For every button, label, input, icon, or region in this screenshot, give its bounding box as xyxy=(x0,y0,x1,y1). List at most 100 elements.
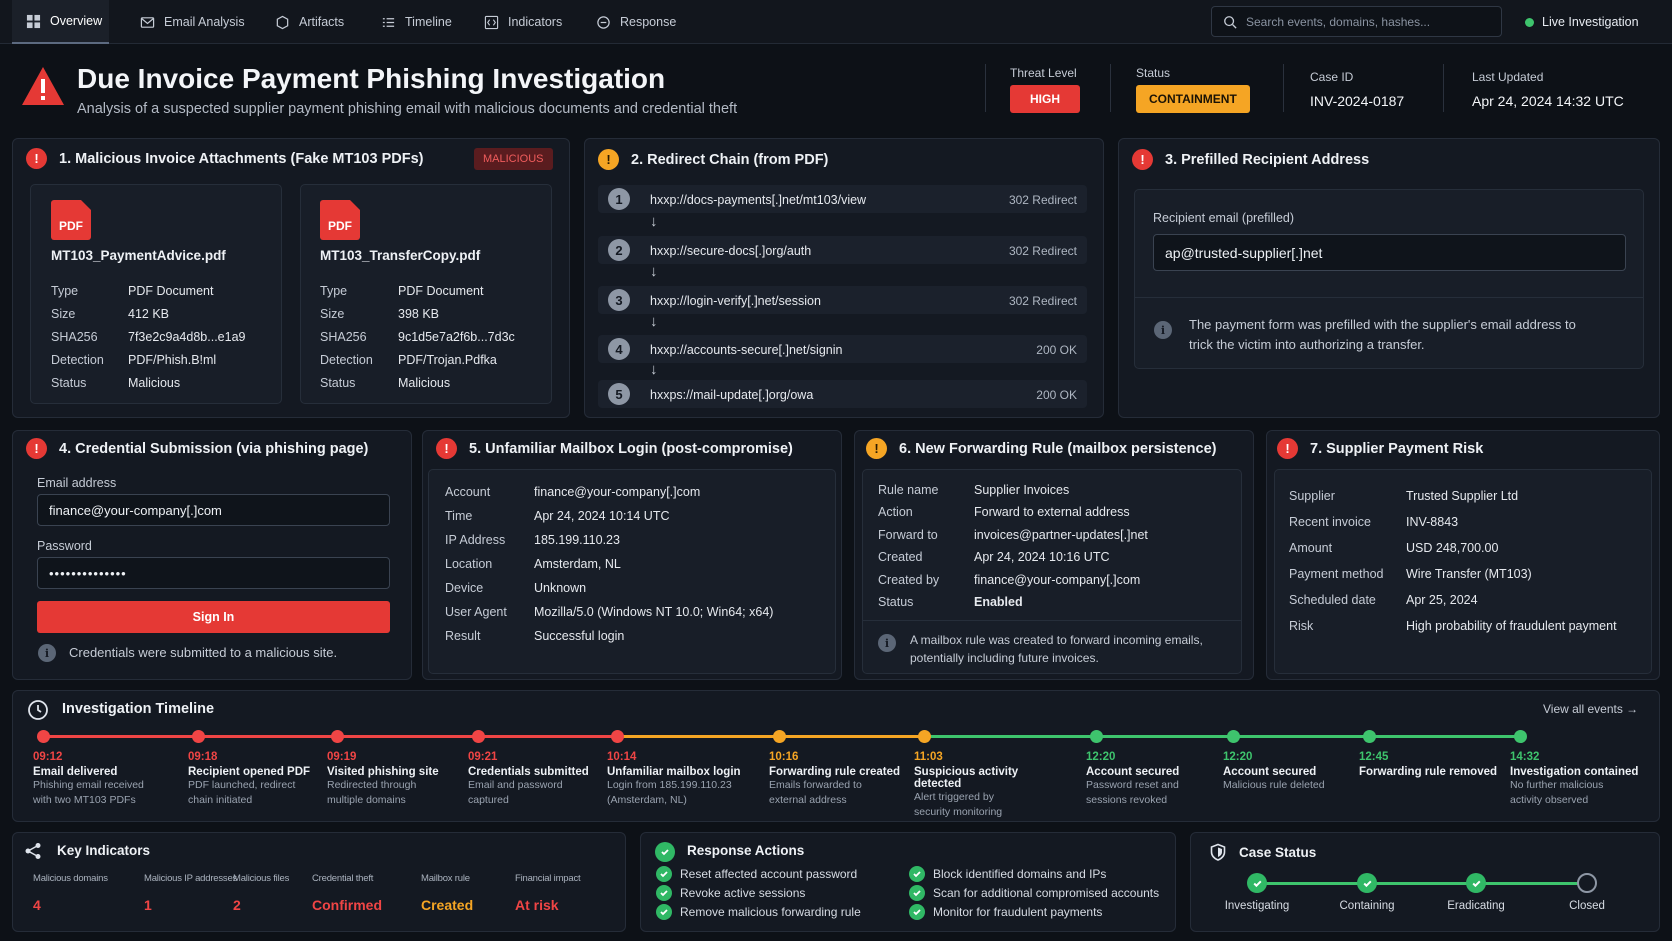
timeline-dot[interactable] xyxy=(611,730,624,743)
password-label: Password xyxy=(37,539,92,553)
tab-label: Artifacts xyxy=(299,15,345,29)
redirect-step[interactable]: 2 hxxp://secure-docs[.]org/auth 302 Redire… xyxy=(598,236,1087,264)
event-description: Alert triggered by xyxy=(914,791,994,803)
http-status: 302 Redirect xyxy=(1008,193,1077,207)
indicator-label: Malicious domains xyxy=(33,873,108,884)
redirect-step[interactable]: 4 hxxp://accounts-secure[.]net/signin 200 … xyxy=(598,335,1087,363)
email-field[interactable]: finance@your-company[.]com xyxy=(37,494,390,526)
timeline-dot[interactable] xyxy=(1227,730,1240,743)
password-field[interactable]: •••••••••••••• xyxy=(37,557,390,589)
indicator-value: Created xyxy=(421,897,474,913)
view-all-label: View all events xyxy=(1543,702,1623,716)
file-size: 398 KB xyxy=(398,307,440,321)
tab-label: Timeline xyxy=(405,15,452,29)
timeline-dot[interactable] xyxy=(1363,730,1376,743)
file-detection: PDF/Trojan.Pdfka xyxy=(398,353,497,367)
timeline-dot[interactable] xyxy=(918,730,931,743)
check-circle-icon xyxy=(909,866,925,882)
tab-timeline[interactable]: Timeline xyxy=(381,0,452,44)
step-number: 1 xyxy=(608,188,630,210)
event-time: 10:16 xyxy=(769,751,799,763)
field-label: Scheduled date xyxy=(1289,593,1376,607)
field-label: Account xyxy=(445,485,491,499)
action-value: Forward to external address xyxy=(974,505,1130,519)
share-nodes-icon xyxy=(25,843,41,859)
event-description: chain initiated xyxy=(188,794,253,806)
status-badge: CONTAINMENT xyxy=(1136,85,1250,113)
scheduled-date-value: Apr 25, 2024 xyxy=(1406,593,1478,607)
live-indicator: Live Investigation xyxy=(1525,0,1639,44)
threat-level: Threat Level HIGH xyxy=(1010,66,1080,113)
event-description: Malicious rule deleted xyxy=(1223,779,1325,791)
file-detection: PDF/Phish.B!ml xyxy=(128,353,217,367)
timeline-dot[interactable] xyxy=(192,730,205,743)
timeline-dot[interactable] xyxy=(773,730,786,743)
tab-response[interactable]: Response xyxy=(596,0,676,44)
recipient-title: ! 3. Prefilled Recipient Address xyxy=(1132,149,1369,170)
indicator-item: Financial impact At risk xyxy=(515,873,581,913)
info-icon: i xyxy=(878,634,896,652)
pdf-file-icon: PDF xyxy=(51,200,91,240)
http-status: 200 OK xyxy=(1036,343,1077,357)
redirect-step[interactable]: 1 hxxp://docs-payments[.]net/mt103/view 30… xyxy=(598,185,1087,213)
event-title: Credentials submitted xyxy=(468,766,589,778)
event-title: Investigation contained xyxy=(1510,766,1639,778)
recipient-label: Recipient email (prefilled) xyxy=(1153,211,1295,225)
field-label: IP Address xyxy=(445,533,506,547)
divider xyxy=(1283,64,1284,112)
tab-overview[interactable]: Overview xyxy=(12,0,109,44)
timeline-dot[interactable] xyxy=(1090,730,1103,743)
event-time: 09:18 xyxy=(188,751,218,763)
timeline-dot[interactable] xyxy=(331,730,344,743)
file-status: Malicious xyxy=(128,376,181,390)
live-status-dot xyxy=(1525,17,1534,27)
redirect-step[interactable]: 3 hxxp://login-verify[.]net/session 302 Re… xyxy=(598,286,1087,314)
recipient-email-field[interactable]: ap@trusted-supplier[.]net xyxy=(1153,234,1626,271)
tab-indicators[interactable]: Indicators xyxy=(484,0,562,44)
search-box xyxy=(1211,6,1502,37)
panel-title-text: 3. Prefilled Recipient Address xyxy=(1165,151,1370,168)
tab-email-analysis[interactable]: Email Analysis xyxy=(140,0,245,44)
arrow-down-icon: ↓ xyxy=(650,361,658,378)
field-label: Type xyxy=(320,284,348,298)
search-input[interactable] xyxy=(1246,14,1486,29)
ip-value: 185.199.110.23 xyxy=(534,533,620,547)
alert-icon: ! xyxy=(436,438,457,459)
forward-to-value: invoices@partner-updates[.]net xyxy=(974,528,1148,542)
http-status: 302 Redirect xyxy=(1008,244,1077,258)
timeline-dot[interactable] xyxy=(472,730,485,743)
redirect-title: ! 2. Redirect Chain (from PDF) xyxy=(598,149,828,170)
case-id: Case ID INV-2024-0187 xyxy=(1310,70,1404,109)
indicator-label: Malicious IP addresses xyxy=(144,873,238,884)
indicator-label: Malicious files xyxy=(233,873,290,884)
timeline-dot[interactable] xyxy=(1514,730,1527,743)
tab-label: Overview xyxy=(50,14,103,28)
sign-in-button[interactable]: Sign In xyxy=(37,601,390,633)
event-description: captured xyxy=(468,794,509,806)
field-label: Status xyxy=(51,376,87,390)
timeline-segment xyxy=(779,735,924,738)
credential-note: Credentials were submitted to a maliciou… xyxy=(69,645,338,660)
event-title: Forwarding rule removed xyxy=(1359,766,1498,778)
field-label: Risk xyxy=(1289,619,1314,633)
check-circle-icon xyxy=(656,885,672,901)
event-title: Account secured xyxy=(1223,766,1317,778)
view-all-link[interactable]: View all events → xyxy=(1543,702,1638,716)
tab-artifacts[interactable]: Artifacts xyxy=(275,0,344,44)
timeline-title: Investigation Timeline xyxy=(62,701,215,717)
recipient-note: The payment form was prefilled with the … xyxy=(1189,317,1576,352)
alert-icon: ! xyxy=(1277,438,1298,459)
event-description: sessions revoked xyxy=(1086,794,1168,806)
timeline-segment xyxy=(617,735,779,738)
clock-icon xyxy=(28,700,48,720)
field-label: Status xyxy=(320,376,356,390)
timeline-dot[interactable] xyxy=(37,730,50,743)
check-circle-icon xyxy=(656,904,672,920)
stepper-label: Eradicating xyxy=(1447,900,1505,912)
timeline-segment xyxy=(198,735,337,738)
field-label: Detection xyxy=(320,353,373,367)
panel-title-text: 7. Supplier Payment Risk xyxy=(1310,440,1484,457)
timeline-segment xyxy=(1369,735,1520,738)
field-label: Action xyxy=(878,505,913,519)
redirect-step[interactable]: 5 hxxps://mail-update[.]org/owa 200 OK xyxy=(598,380,1087,408)
